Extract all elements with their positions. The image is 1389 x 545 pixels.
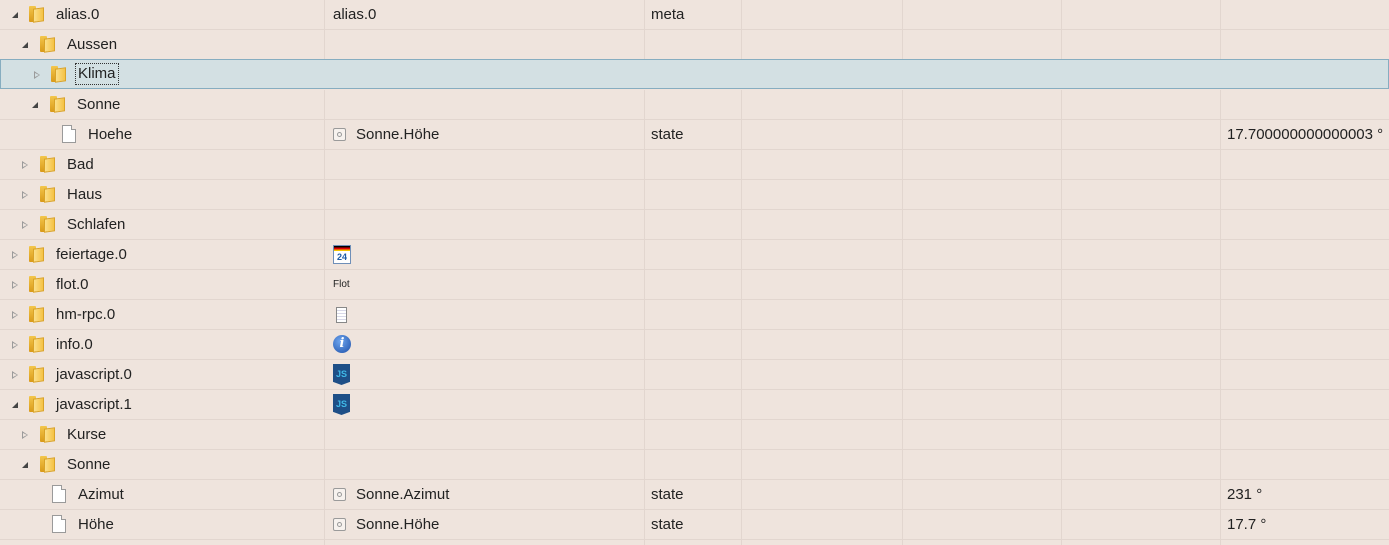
state-icon [333,128,346,141]
folder-icon [29,276,47,293]
folder-icon [51,66,69,83]
collapse-arrow-icon[interactable] [32,102,38,108]
collapse-arrow-icon[interactable] [22,462,28,468]
tree-row-aussen[interactable]: Aussen [0,30,1389,60]
collapse-arrow-icon[interactable] [12,12,18,18]
collapse-arrow-icon[interactable] [12,402,18,408]
folder-icon [40,36,58,53]
expand-arrow-icon[interactable] [12,341,18,349]
row-label: Klima [75,63,119,85]
row-label: Aussen [67,36,118,53]
javascript-icon: JS [333,364,350,385]
expand-arrow-icon[interactable] [22,431,28,439]
folder-icon [40,216,58,233]
folder-icon [50,96,68,113]
row-label: hm-rpc.0 [56,306,116,323]
folder-icon [40,456,58,473]
file-icon [52,485,66,503]
row-label: javascript.0 [56,366,132,383]
expand-arrow-icon[interactable] [34,71,40,79]
folder-icon [29,336,47,353]
homematic-device-icon [336,307,347,323]
tree-row-sonne[interactable]: Sonne [0,90,1389,120]
folder-icon [40,426,58,443]
folder-icon [29,6,47,23]
expand-arrow-icon[interactable] [12,281,18,289]
type-cell: state [645,510,742,539]
folder-icon [40,186,58,203]
calendar-icon: 24 [333,245,351,264]
alias-cell: Sonne.Azimut [325,480,645,509]
state-icon [333,488,346,501]
folder-icon [29,396,47,413]
folder-icon [29,366,47,383]
row-label: Schlafen [67,216,126,233]
expand-arrow-icon[interactable] [22,221,28,229]
file-icon [52,515,66,533]
row-label: Sonne [67,456,111,473]
javascript-icon: JS [333,394,350,415]
type-cell: meta [645,0,742,29]
row-label: Höhe [78,516,114,533]
row-label: info.0 [56,336,93,353]
tree-row-javascript-0[interactable]: javascript.0 JS [0,360,1389,390]
tree-row-javascript-1[interactable]: javascript.1 JS [0,390,1389,420]
expand-arrow-icon[interactable] [12,311,18,319]
tree-row-klima[interactable]: Klima [0,59,1389,89]
expand-arrow-icon[interactable] [12,251,18,259]
row-label: flot.0 [56,276,89,293]
folder-icon [29,246,47,263]
tree-row-bad[interactable]: Bad [0,150,1389,180]
row-label: feiertage.0 [56,246,127,263]
tree-row-feiertage-0[interactable]: feiertage.0 24 [0,240,1389,270]
tree-row-partial[interactable] [0,540,1389,545]
info-icon: i [333,335,351,353]
value-cell: 17.700000000000003 ° [1227,126,1384,143]
tree-row-info-0[interactable]: info.0 i [0,330,1389,360]
type-cell: state [645,120,742,149]
state-icon [333,518,346,531]
tree-row-schlafen[interactable]: Schlafen [0,210,1389,240]
collapse-arrow-icon[interactable] [22,42,28,48]
tree-row-flot-0[interactable]: flot.0 Flot [0,270,1389,300]
alias-cell: alias.0 [325,0,645,29]
expand-arrow-icon[interactable] [22,161,28,169]
folder-icon [29,306,47,323]
name-cell: alias.0 [0,0,325,29]
value-cell: 17.7 ° [1227,516,1267,533]
row-label: Azimut [78,486,124,503]
row-label: Bad [67,156,94,173]
alias-cell: Sonne.Höhe [325,120,645,149]
object-tree: alias.0 alias.0 meta Aussen Klima Sonne … [0,0,1389,545]
tree-row-azimut[interactable]: Azimut Sonne.Azimut state 231 ° [0,480,1389,510]
tree-row-sonne-js[interactable]: Sonne [0,450,1389,480]
expand-arrow-icon[interactable] [12,371,18,379]
tree-row-hoehe-js[interactable]: Höhe Sonne.Höhe state 17.7 ° [0,510,1389,540]
value-cell: 231 ° [1227,486,1263,503]
tree-row-alias-0[interactable]: alias.0 alias.0 meta [0,0,1389,30]
flot-logo-icon: Flot [333,279,350,290]
row-label: javascript.1 [56,396,132,413]
tree-row-kurse[interactable]: Kurse [0,420,1389,450]
row-label: Kurse [67,426,107,443]
tree-row-hm-rpc-0[interactable]: hm-rpc.0 [0,300,1389,330]
value-cell [1221,0,1389,29]
tree-row-hoehe[interactable]: Hoehe Sonne.Höhe state 17.70000000000000… [0,120,1389,150]
folder-icon [40,156,58,173]
row-label: Sonne [77,96,121,113]
expand-arrow-icon[interactable] [22,191,28,199]
row-label: alias.0 [56,6,100,23]
row-label: Hoehe [88,126,133,143]
tree-row-haus[interactable]: Haus [0,180,1389,210]
alias-cell: Sonne.Höhe [325,510,645,539]
file-icon [62,125,76,143]
row-label: Haus [67,186,103,203]
type-cell: state [645,480,742,509]
